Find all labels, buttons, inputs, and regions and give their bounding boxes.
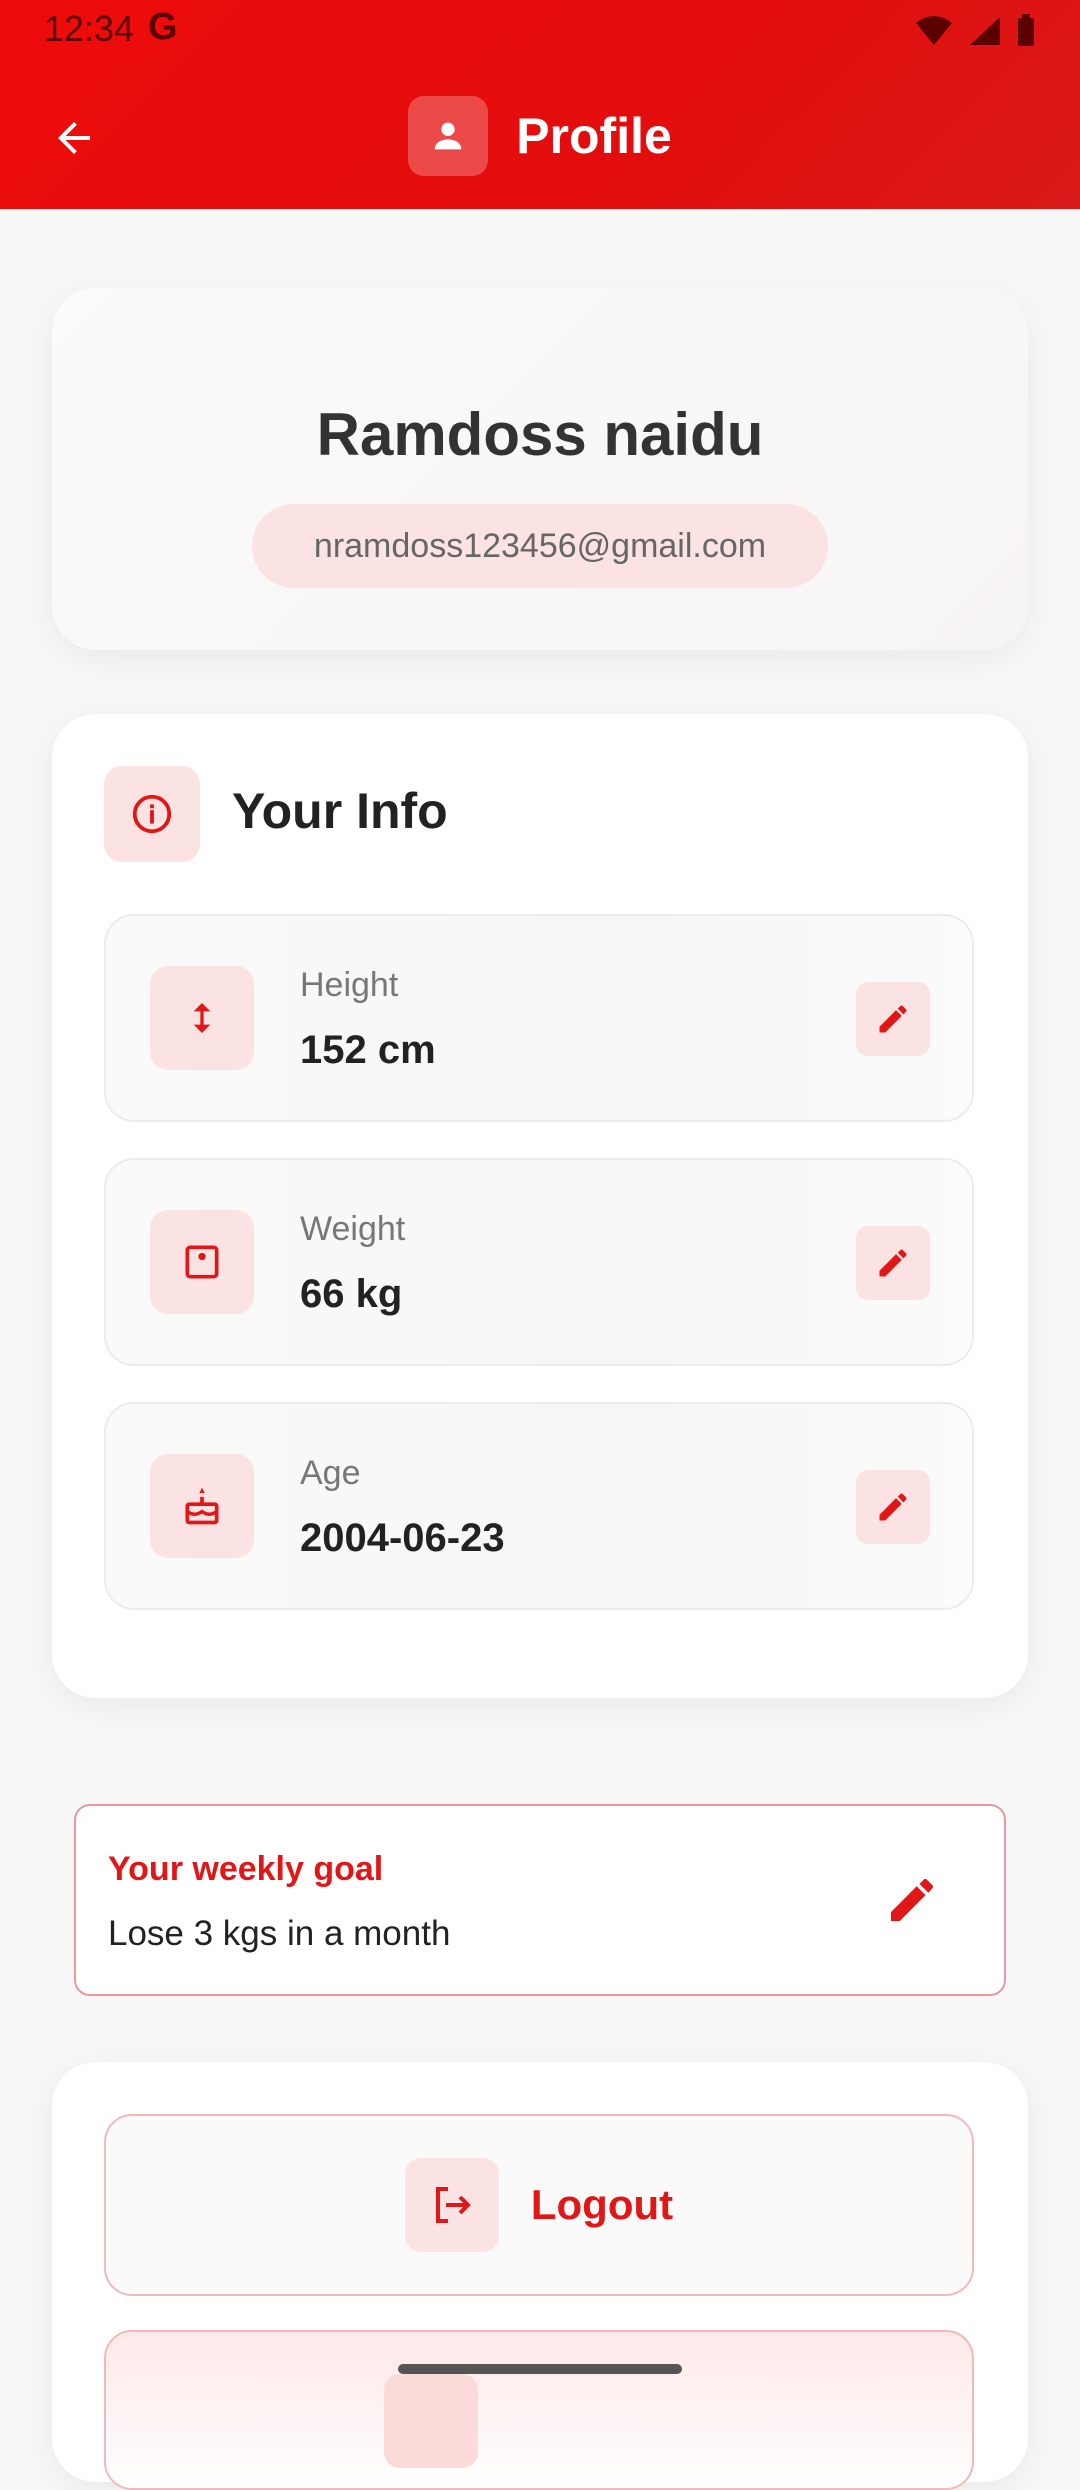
secondary-action-button[interactable]	[104, 2330, 974, 2490]
info-icon	[104, 766, 200, 862]
person-icon	[408, 96, 489, 176]
app-header: 12:34 G Profile	[0, 0, 1080, 209]
edit-goal-button[interactable]	[880, 1868, 944, 1932]
weekly-goal-card: Your weekly goal Lose 3 kgs in a month	[74, 1804, 1006, 1996]
logout-icon	[404, 2158, 499, 2252]
logout-button[interactable]: Logout	[104, 2114, 974, 2296]
edit-height-button[interactable]	[856, 982, 930, 1056]
actions-card: Logout	[52, 2062, 1028, 2490]
header-title-group: Profile	[0, 96, 1080, 176]
profile-card: Ramdoss naidu nramdoss123456@gmail.com	[52, 288, 1028, 650]
secondary-action-icon	[384, 2374, 478, 2468]
scale-icon	[150, 1210, 254, 1314]
home-indicator[interactable]	[398, 2364, 682, 2374]
battery-icon	[1018, 14, 1034, 46]
info-value: 66 kg	[300, 1272, 403, 1316]
wifi-icon	[916, 16, 952, 45]
logout-label: Logout	[530, 2181, 674, 2228]
edit-icon	[879, 1249, 907, 1277]
info-value: 2004-06-23	[300, 1516, 505, 1560]
goal-text: Lose 3 kgs in a month	[108, 1914, 451, 1953]
user-email: nramdoss123456@gmail.com	[313, 526, 767, 565]
info-label: Age	[300, 1454, 361, 1492]
info-row-height: Height 152 cm	[104, 914, 974, 1122]
goal-title: Your weekly goal	[108, 1850, 384, 1888]
height-arrows-icon	[150, 966, 254, 1070]
edit-age-button[interactable]	[856, 1470, 930, 1544]
edit-icon	[879, 1493, 907, 1521]
info-row-age: Age 2004-06-23	[104, 1402, 974, 1610]
info-row-weight: Weight 66 kg	[104, 1158, 974, 1366]
google-logo: G	[148, 6, 178, 48]
page-title: Profile	[516, 108, 672, 164]
info-label: Height	[300, 966, 399, 1004]
info-title: Your Info	[232, 783, 448, 839]
signal-icon	[970, 17, 1000, 45]
info-label: Weight	[300, 1210, 406, 1248]
status-time: 12:34	[44, 8, 135, 49]
status-icons	[914, 14, 1036, 48]
info-value: 152 cm	[300, 1028, 436, 1072]
info-card: Your Info Height 152 cm Weight 66 kg Age…	[52, 714, 1028, 1698]
cake-icon	[150, 1454, 254, 1558]
edit-weight-button[interactable]	[856, 1226, 930, 1300]
edit-icon	[891, 1879, 933, 1921]
edit-icon	[879, 1005, 907, 1033]
user-email-badge: nramdoss123456@gmail.com	[252, 504, 828, 588]
user-name: Ramdoss naidu	[316, 401, 764, 468]
